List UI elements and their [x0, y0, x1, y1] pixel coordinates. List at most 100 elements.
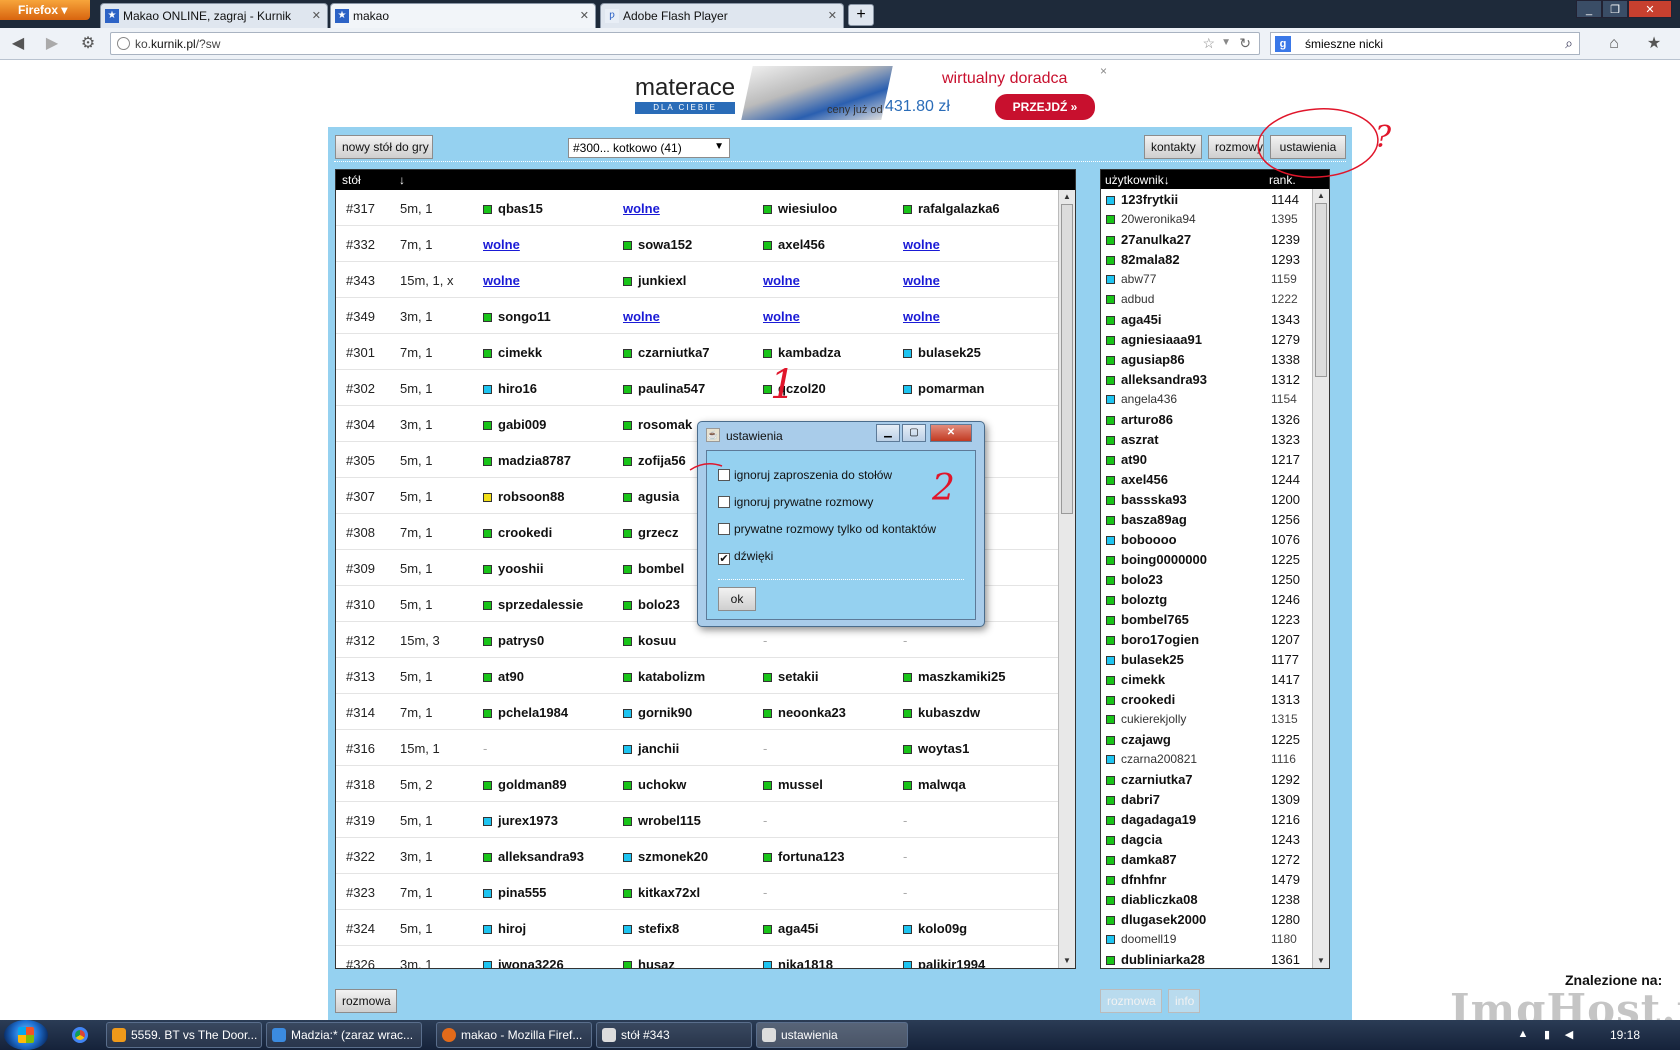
seat-player[interactable]: bolo23	[638, 597, 680, 612]
minimize-icon[interactable]: ▁	[876, 424, 900, 442]
seat-player[interactable]: junkiexl	[638, 273, 686, 288]
ad-cta-button[interactable]: PRZEJDŹ »	[995, 94, 1095, 120]
table-seat[interactable]: gabi009	[483, 417, 546, 432]
option-private-contacts-only[interactable]: prywatne rozmowy tylko od kontaktów	[718, 522, 936, 536]
user-row[interactable]: 20weronika94 1395	[1101, 209, 1313, 229]
table-seat[interactable]: maszkamiki25	[903, 669, 1005, 684]
seat-player[interactable]: alleksandra93	[498, 849, 584, 864]
table-seat[interactable]: kosuu	[623, 633, 676, 648]
advertisement-banner[interactable]: materace DLA CIEBIE ceny już od 431.80 z…	[627, 62, 1097, 122]
table-row[interactable]: #301 7m, 1 cimekk czarniutka7 kambadza bulase…	[336, 334, 1058, 370]
ok-button[interactable]: ok	[718, 587, 756, 611]
table-row[interactable]: #323 7m, 1 pina555 kitkax72xl - -	[336, 874, 1058, 910]
scroll-thumb[interactable]	[1061, 204, 1073, 514]
table-seat[interactable]: paulina547	[623, 381, 705, 396]
seat-player[interactable]: aga45i	[778, 921, 818, 936]
seat-player[interactable]: cimekk	[498, 345, 542, 360]
table-seat[interactable]: janchii	[623, 741, 679, 756]
seat-player[interactable]: qczol20	[778, 381, 826, 396]
table-seat[interactable]: pomarman	[903, 381, 984, 396]
seat-player[interactable]: crookedi	[498, 525, 552, 540]
free-seat-link[interactable]: wolne	[903, 309, 940, 324]
seat-player[interactable]: hiro16	[498, 381, 537, 396]
option-sounds[interactable]: ✔ dźwięki	[718, 549, 773, 565]
user-row[interactable]: dagadaga19 1216	[1101, 809, 1313, 829]
user-row[interactable]: agniesiaaa91 1279	[1101, 329, 1313, 349]
user-row[interactable]: dubliniarka28 1361	[1101, 949, 1313, 968]
users-scrollbar[interactable]: ▲ ▼	[1312, 189, 1329, 968]
seat-player[interactable]: iwona3226	[498, 957, 564, 968]
seat-player[interactable]: nika1818	[778, 957, 833, 968]
user-row[interactable]: cimekk 1417	[1101, 669, 1313, 689]
seat-player[interactable]: czarniutka7	[638, 345, 710, 360]
seat-player[interactable]: robsoon88	[498, 489, 564, 504]
seat-player[interactable]: axel456	[778, 237, 825, 252]
seat-player[interactable]: yooshii	[498, 561, 544, 576]
seat-player[interactable]: pchela1984	[498, 705, 568, 720]
user-row[interactable]: basza89ag 1256	[1101, 509, 1313, 529]
seat-player[interactable]: wrobel115	[638, 813, 701, 828]
user-row[interactable]: angela436 1154	[1101, 389, 1313, 409]
table-row[interactable]: #313 5m, 1 at90 katabolizm setakii maszkamiki…	[336, 658, 1058, 694]
scroll-down-arrow-icon[interactable]: ▼	[1059, 954, 1075, 968]
user-row[interactable]: axel456 1244	[1101, 469, 1313, 489]
table-seat[interactable]: malwqa	[903, 777, 966, 792]
seat-player[interactable]: kubaszdw	[918, 705, 980, 720]
seat-player[interactable]: pina555	[498, 885, 546, 900]
new-table-button[interactable]: nowy stół do gry	[335, 135, 433, 159]
user-row[interactable]: dfnhfnr 1479	[1101, 869, 1313, 889]
user-row[interactable]: dlugasek2000 1280	[1101, 909, 1313, 929]
contacts-button[interactable]: kontakty	[1144, 135, 1202, 159]
free-seat-link[interactable]: wolne	[903, 237, 940, 252]
table-row[interactable]: #312 15m, 3 patrys0 kosuu - -	[336, 622, 1058, 658]
checkbox[interactable]	[718, 469, 730, 481]
checkbox[interactable]	[718, 523, 730, 535]
seat-player[interactable]: zofija56	[638, 453, 686, 468]
user-row[interactable]: agusiap86 1338	[1101, 349, 1313, 369]
seat-player[interactable]: bulasek25	[918, 345, 981, 360]
table-seat[interactable]: woytas1	[903, 741, 969, 756]
free-seat-link[interactable]: wolne	[763, 309, 800, 324]
chats-button[interactable]: rozmowy	[1208, 135, 1264, 159]
taskbar-item-chat[interactable]: Madzia:* (zaraz wrac...	[266, 1022, 422, 1048]
network-icon[interactable]: ▮	[1540, 1028, 1554, 1042]
taskbar-item-settings[interactable]: ustawienia	[756, 1022, 908, 1048]
free-seat-link[interactable]: wolne	[483, 273, 520, 288]
table-seat[interactable]: wolne	[763, 273, 800, 288]
table-seat[interactable]: katabolizm	[623, 669, 705, 684]
taskbar-item-firefox[interactable]: makao - Mozilla Firef...	[436, 1022, 592, 1048]
seat-player[interactable]: malwqa	[918, 777, 966, 792]
chat-button[interactable]: rozmowa	[335, 989, 397, 1013]
user-row[interactable]: alleksandra93 1312	[1101, 369, 1313, 389]
seat-player[interactable]: bombel	[638, 561, 684, 576]
table-seat[interactable]: bolo23	[623, 597, 680, 612]
table-seat[interactable]: axel456	[763, 237, 825, 252]
minimize-icon[interactable]: _	[1576, 0, 1602, 18]
seat-player[interactable]: katabolizm	[638, 669, 705, 684]
user-row[interactable]: bombel765 1223	[1101, 609, 1313, 629]
tab-adobe-flash[interactable]: ƿ Adobe Flash Player ✕	[600, 3, 844, 28]
seat-player[interactable]: kolo09g	[918, 921, 967, 936]
user-row[interactable]: cukierekjolly 1315	[1101, 709, 1313, 729]
table-seat[interactable]: stefix8	[623, 921, 679, 936]
table-row[interactable]: #326 3m, 1 iwona3226 husaz nika1818 palikir19…	[336, 946, 1058, 968]
table-seat[interactable]: wolne	[903, 237, 940, 252]
seat-player[interactable]: madzia8787	[498, 453, 571, 468]
search-bar[interactable]: g śmieszne nicki ⌕	[1270, 32, 1580, 55]
seat-player[interactable]: wiesiuloo	[778, 201, 837, 216]
seat-player[interactable]: palikir1994	[918, 957, 985, 968]
table-row[interactable]: #322 3m, 1 alleksandra93 szmonek20 fortuna12…	[336, 838, 1058, 874]
table-seat[interactable]: uchokw	[623, 777, 686, 792]
seat-player[interactable]: songo11	[498, 309, 551, 324]
table-row[interactable]: #349 3m, 1 songo11 wolne wolne wolne	[336, 298, 1058, 334]
table-seat[interactable]: junkiexl	[623, 273, 686, 288]
table-seat[interactable]: fortuna123	[763, 849, 844, 864]
table-seat[interactable]: wolne	[903, 309, 940, 324]
reload-icon[interactable]: ↻	[1239, 35, 1251, 52]
user-chat-button[interactable]: rozmowa	[1100, 989, 1162, 1013]
user-row[interactable]: dabri7 1309	[1101, 789, 1313, 809]
seat-player[interactable]: grzecz	[638, 525, 678, 540]
user-row[interactable]: aszrat 1323	[1101, 429, 1313, 449]
user-row[interactable]: crookedi 1313	[1101, 689, 1313, 709]
forward-arrow-icon[interactable]: ▶	[42, 34, 62, 54]
